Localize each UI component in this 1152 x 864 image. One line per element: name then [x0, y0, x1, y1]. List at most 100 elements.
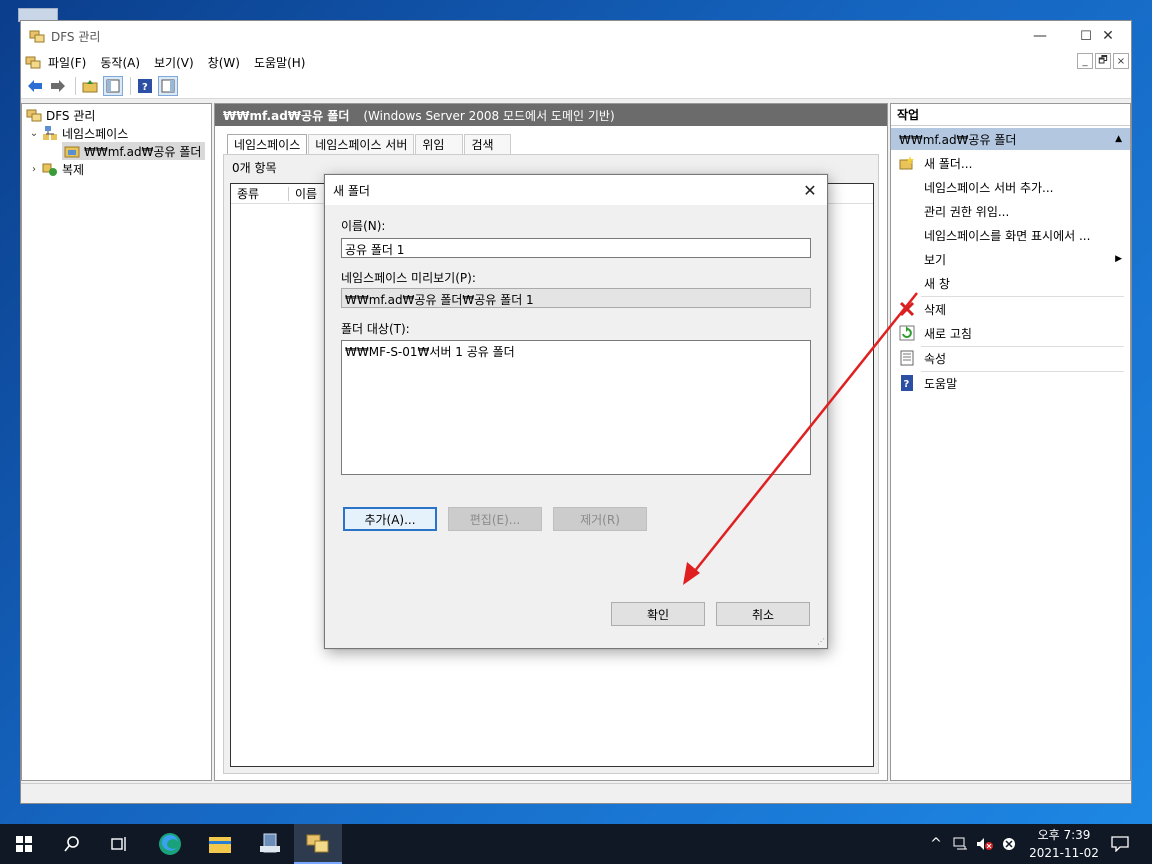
edge-browser-button[interactable] [146, 824, 194, 864]
folder-targets-label: 폴더 대상(T): [341, 322, 410, 336]
action-new-folder[interactable]: 새 폴더... [891, 152, 1130, 174]
toolbar: ? [21, 73, 1131, 99]
menu-action[interactable]: 동작(A) [93, 54, 147, 71]
action-new-window[interactable]: 새 창 [891, 272, 1130, 294]
action-refresh-label: 새로 고침 [924, 326, 972, 341]
menu-view[interactable]: 보기(V) [147, 54, 201, 71]
back-icon[interactable] [25, 76, 45, 96]
action-new-window-label: 새 창 [924, 276, 950, 291]
dfs-taskbar-icon [306, 834, 329, 853]
action-view[interactable]: 보기 ▶ [891, 248, 1130, 270]
mdi-minimize-button[interactable]: _ [1077, 53, 1093, 69]
item-count: 0개 항목 [232, 161, 277, 175]
dfs-management-taskbar-button[interactable] [294, 824, 342, 864]
properties-icon [899, 350, 915, 366]
system-clock[interactable]: 오후 7:39 2021-11-02 [1024, 826, 1104, 862]
search-button[interactable] [48, 824, 96, 864]
edit-target-button[interactable]: 편집(E)... [448, 507, 542, 531]
column-type[interactable]: 종류 [231, 186, 289, 201]
action-delegate-permissions-label: 관리 권한 위임... [924, 204, 1010, 219]
blank-icon [899, 203, 915, 219]
folder-target-item[interactable]: ₩₩MF-S-01₩서버 1 공유 폴더 [345, 343, 807, 360]
new-folder-dialog: 새 폴더 ✕ 이름(N): 공유 폴더 1 네임스페이스 미리보기(P): ₩₩… [324, 174, 828, 649]
close-button[interactable]: ✕ [1085, 21, 1131, 51]
dialog-title: 새 폴더 [333, 183, 370, 198]
folder-targets-list[interactable]: ₩₩MF-S-01₩서버 1 공유 폴더 [341, 340, 811, 475]
tab-namespace-servers[interactable]: 네임스페이스 서버 [308, 134, 415, 154]
windows-logo-icon [16, 836, 32, 852]
up-folder-icon[interactable] [80, 76, 100, 96]
mdi-restore-button[interactable]: 🗗 [1095, 53, 1111, 69]
mdi-close-button[interactable]: × [1113, 53, 1129, 69]
action-refresh[interactable]: 새로 고침 [891, 322, 1130, 344]
volume-muted-icon[interactable] [974, 824, 996, 864]
name-input[interactable]: 공유 폴더 1 [341, 238, 811, 258]
tree-item-dfs-management[interactable]: DFS 관리 [24, 106, 95, 124]
resize-grip-icon[interactable]: ⋰ [817, 637, 825, 646]
help-book-icon: ? [899, 375, 915, 391]
blank-icon [899, 179, 915, 195]
title-bar: DFS 관리 [21, 21, 1131, 51]
action-remove-namespace-from-display[interactable]: 네임스페이스를 화면 표시에서 ... [891, 224, 1130, 246]
action-properties[interactable]: 속성 [891, 347, 1130, 369]
search-icon [64, 836, 79, 852]
notification-error-icon[interactable] [998, 824, 1020, 864]
toolbar-separator [75, 76, 76, 95]
ok-button[interactable]: 확인 [611, 602, 705, 626]
tree-item-namespaces[interactable]: ⌄ 네임스페이스 [28, 124, 128, 142]
tree-item-namespaces-label: 네임스페이스 [62, 126, 129, 141]
new-folder-icon [899, 155, 915, 171]
forward-icon[interactable] [48, 76, 68, 96]
action-center-button[interactable] [1104, 824, 1136, 864]
menu-file[interactable]: 파일(F) [41, 54, 93, 71]
tab-search[interactable]: 검색 [464, 134, 511, 154]
clock-time: 오후 7:39 [1037, 828, 1091, 842]
menu-window[interactable]: 창(W) [201, 54, 247, 71]
remove-target-button[interactable]: 제거(R) [553, 507, 647, 531]
column-name[interactable]: 이름 [289, 187, 329, 201]
actions-section-header[interactable]: ₩₩mf.ad₩공유 폴더 ▲ [891, 128, 1130, 150]
network-icon[interactable] [950, 824, 972, 864]
actions-title: 작업 [891, 104, 1130, 126]
tab-namespace[interactable]: 네임스페이스 [227, 134, 308, 154]
tree-item-replication[interactable]: › 복제 [28, 160, 84, 178]
tree-item-shared-folder-namespace[interactable]: ₩₩mf.ad₩공유 폴더 [62, 142, 206, 160]
file-explorer-button[interactable] [196, 824, 244, 864]
window-title: DFS 관리 [51, 29, 101, 44]
namespace-preview-field: ₩₩mf.ad₩공유 폴더₩공유 폴더 1 [341, 288, 811, 308]
server-manager-button[interactable] [246, 824, 294, 864]
dialog-title-bar: 새 폴더 [325, 175, 827, 205]
task-view-button[interactable] [96, 824, 144, 864]
svg-text:?: ? [904, 379, 910, 390]
action-add-namespace-server[interactable]: 네임스페이스 서버 추가... [891, 176, 1130, 198]
action-view-label: 보기 [924, 252, 947, 267]
collapse-chevron-icon[interactable]: ⌄ [28, 128, 40, 139]
start-button[interactable] [0, 824, 48, 864]
show-hide-tree-icon[interactable] [103, 75, 123, 96]
task-view-icon [111, 837, 126, 851]
action-delete-label: 삭제 [924, 302, 947, 317]
tree-item-dfs-management-label: DFS 관리 [46, 108, 96, 123]
action-help[interactable]: ? 도움말 [891, 372, 1130, 394]
name-label: 이름(N): [341, 219, 386, 233]
cancel-button[interactable]: 취소 [716, 602, 810, 626]
action-delete[interactable]: 삭제 [891, 298, 1130, 320]
collapse-up-icon[interactable]: ▲ [1115, 134, 1122, 144]
help-icon[interactable]: ? [135, 76, 155, 96]
minimize-button-2[interactable]: — [1017, 21, 1063, 51]
action-delegate-permissions[interactable]: 관리 권한 위임... [891, 200, 1130, 222]
show-hide-action-pane-icon[interactable] [158, 75, 178, 96]
namespace-folder-icon [64, 146, 80, 158]
results-header-mode: (Windows Server 2008 모드에서 도메인 기반) [363, 108, 615, 123]
tab-delegation[interactable]: 위임 [415, 134, 464, 154]
dialog-close-button[interactable]: ✕ [797, 177, 823, 203]
tray-overflow-chevron[interactable]: ^ [926, 824, 946, 864]
menu-help[interactable]: 도움말(H) [247, 54, 313, 71]
results-tabs: 네임스페이스 네임스페이스 서버 위임 검색 [227, 134, 512, 154]
clock-date: 2021-11-02 [1029, 846, 1099, 860]
namespace-icon [43, 126, 57, 140]
expand-chevron-icon[interactable]: › [28, 164, 40, 175]
svg-text:?: ? [142, 82, 148, 93]
add-target-button[interactable]: 추가(A)... [343, 507, 437, 531]
notification-icon [1111, 836, 1129, 852]
